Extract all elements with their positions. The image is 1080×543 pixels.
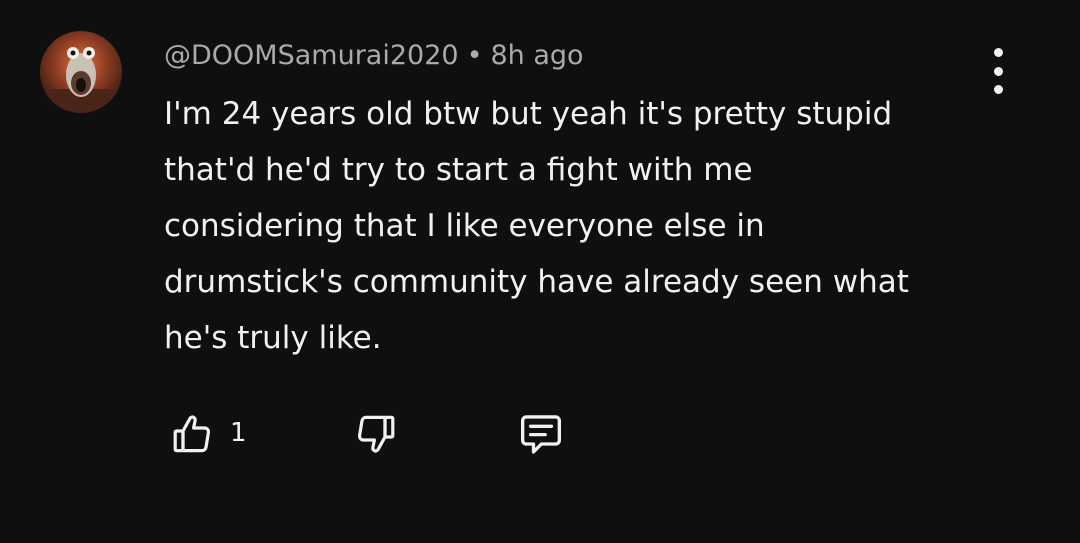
thumb-down-icon	[357, 415, 395, 453]
author-name[interactable]: @DOOMSamurai2020	[164, 40, 459, 71]
like-count: 1	[230, 418, 247, 448]
comment-text: I'm 24 years old btw but yeah it's prett…	[164, 96, 909, 356]
more-vert-icon	[993, 48, 1003, 57]
reply-button[interactable]	[509, 402, 573, 466]
dislike-button[interactable]	[344, 402, 408, 466]
thumb-up-icon	[173, 415, 211, 453]
separator-dot: •	[466, 39, 483, 71]
comment-header: @DOOMSamurai2020 • 8h ago	[164, 35, 584, 75]
avatar-image	[40, 31, 122, 113]
timestamp[interactable]: 8h ago	[491, 40, 584, 71]
avatar[interactable]	[40, 31, 122, 113]
reply-comment-icon	[521, 415, 561, 454]
more-vert-icon-dot	[993, 66, 1003, 76]
like-button[interactable]	[160, 402, 224, 466]
comment-item: @DOOMSamurai2020 • 8h ago I'm 24 years o…	[0, 0, 1080, 543]
